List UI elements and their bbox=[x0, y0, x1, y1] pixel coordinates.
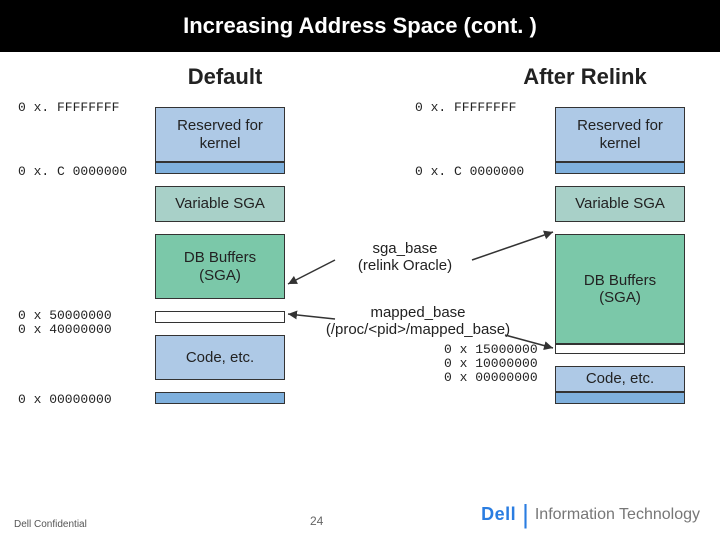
block-right-variable-sga: Variable SGA bbox=[555, 186, 685, 222]
block-left-db-buffers: DB Buffers (SGA) bbox=[155, 234, 285, 299]
block-right-gap1 bbox=[555, 162, 685, 174]
confidential-label: Dell Confidential bbox=[14, 519, 87, 530]
annotation-sga-base: sga_base (relink Oracle) bbox=[330, 240, 480, 274]
block-left-gap3 bbox=[155, 392, 285, 404]
addr-right-15000000: 0 x 15000000 bbox=[444, 342, 538, 357]
brand-it: Information Technology bbox=[535, 506, 700, 524]
addr-right-c0000000: 0 x. C 0000000 bbox=[415, 164, 524, 179]
block-right-gap2 bbox=[555, 344, 685, 354]
block-left-variable-sga: Variable SGA bbox=[155, 186, 285, 222]
block-right-code: Code, etc. bbox=[555, 366, 685, 392]
column-title-default: Default bbox=[160, 64, 290, 90]
addr-left-40000000: 0 x 40000000 bbox=[18, 322, 112, 337]
addr-right-10000000: 0 x 10000000 bbox=[444, 356, 538, 371]
block-left-code: Code, etc. bbox=[155, 335, 285, 380]
slide-title: Increasing Address Space (cont. ) bbox=[183, 13, 537, 39]
page-number: 24 bbox=[310, 514, 323, 528]
block-right-db-buffers: DB Buffers (SGA) bbox=[555, 234, 685, 344]
addr-left-ffffffff: 0 x. FFFFFFFF bbox=[18, 100, 119, 115]
addr-left-00000000: 0 x 00000000 bbox=[18, 392, 112, 407]
brand-dell: Dell bbox=[481, 504, 516, 525]
annotation-mapped-base: mapped_base (/proc/<pid>/mapped_base) bbox=[318, 304, 518, 338]
block-right-gap3 bbox=[555, 392, 685, 404]
footer: Dell Confidential 24 Dell | Information … bbox=[0, 492, 720, 540]
diagram-stage: Default After Relink 0 x. FFFFFFFF Reser… bbox=[0, 52, 720, 492]
addr-right-00000000: 0 x 00000000 bbox=[444, 370, 538, 385]
addr-right-ffffffff: 0 x. FFFFFFFF bbox=[415, 100, 516, 115]
column-title-after-relink: After Relink bbox=[500, 64, 670, 90]
block-left-gap2 bbox=[155, 311, 285, 323]
slide-header: Increasing Address Space (cont. ) bbox=[0, 0, 720, 52]
addr-left-50000000: 0 x 50000000 bbox=[18, 308, 112, 323]
addr-left-c0000000: 0 x. C 0000000 bbox=[18, 164, 127, 179]
block-left-gap1 bbox=[155, 162, 285, 174]
block-left-reserved-kernel: Reserved for kernel bbox=[155, 107, 285, 162]
brand-area: Dell | Information Technology bbox=[481, 499, 700, 530]
brand-separator: | bbox=[522, 499, 529, 530]
block-right-reserved-kernel: Reserved for kernel bbox=[555, 107, 685, 162]
